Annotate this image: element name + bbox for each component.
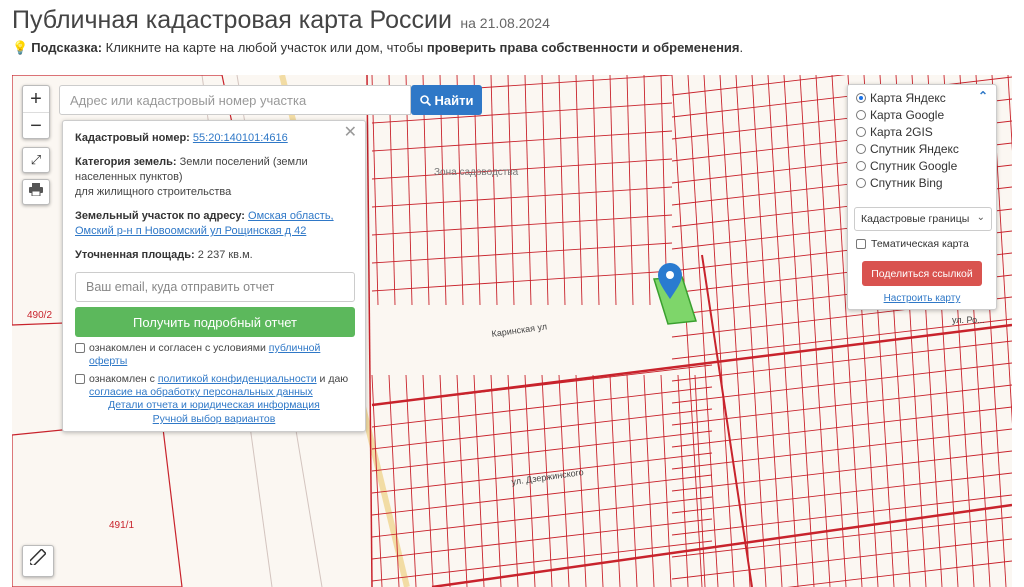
- layer-option-yandex-map[interactable]: Карта Яндекс: [856, 91, 946, 105]
- chevron-down-icon: ⌄: [976, 212, 985, 223]
- layer-option-yandex-satellite[interactable]: Спутник Яндекс: [856, 142, 959, 156]
- offer-agreement: ознакомлен и согласен с условиями публич…: [75, 342, 353, 368]
- layer-option-google-satellite[interactable]: Спутник Google: [856, 159, 957, 173]
- configure-map-link[interactable]: Настроить карту: [848, 293, 996, 304]
- radio-selected[interactable]: [856, 93, 866, 103]
- radio[interactable]: [856, 127, 866, 137]
- print-button[interactable]: [22, 179, 50, 205]
- layer-label: Карта 2GIS: [870, 125, 933, 139]
- cadastral-number-row: Кадастровый номер: 55:20:140101:4616: [75, 131, 353, 146]
- page-date: на 21.08.2024: [460, 15, 550, 31]
- radio[interactable]: [856, 110, 866, 120]
- offer-checkbox[interactable]: [75, 343, 85, 353]
- hint-text: Кликните на карте на любой участок или д…: [105, 40, 424, 55]
- address-label: Земельный участок по адресу:: [75, 210, 245, 222]
- email-field[interactable]: [75, 272, 355, 302]
- map-label-490-2: 490/2: [27, 310, 52, 321]
- map-label-zone: Зона садоводства: [434, 167, 519, 178]
- layer-label: Карта Яндекс: [870, 91, 946, 105]
- layer-option-2gis-map[interactable]: Карта 2GIS: [856, 125, 933, 139]
- privacy-and: и даю: [319, 373, 349, 385]
- thematic-label: Тематическая карта: [871, 238, 969, 250]
- area-row: Уточненная площадь: 2 237 кв.м.: [75, 248, 353, 263]
- layer-label: Карта Google: [870, 108, 945, 122]
- area-label: Уточненная площадь:: [75, 249, 195, 261]
- hint-label: Подсказка:: [31, 40, 103, 55]
- thematic-map-toggle[interactable]: Тематическая карта: [856, 238, 969, 250]
- layer-option-bing-satellite[interactable]: Спутник Bing: [856, 176, 943, 190]
- address-row: Земельный участок по адресу: Омская обла…: [75, 209, 353, 239]
- zoom-control: + −: [22, 85, 50, 139]
- privacy-checkbox[interactable]: [75, 374, 85, 384]
- radio[interactable]: [856, 144, 866, 154]
- radio[interactable]: [856, 178, 866, 188]
- page-title: Публичная кадастровая карта России: [12, 6, 452, 34]
- search-button-label: Найти: [434, 92, 474, 108]
- privacy-text: ознакомлен с: [89, 373, 155, 385]
- printer-icon: [29, 183, 43, 197]
- cadastral-number-link[interactable]: 55:20:140101:4616: [193, 132, 288, 144]
- ruler-icon: [27, 548, 47, 568]
- layer-label: Спутник Google: [870, 159, 958, 173]
- cadastral-number-label: Кадастровый номер:: [75, 132, 190, 144]
- chevron-up-icon[interactable]: ⌃: [978, 89, 988, 103]
- zoom-in-button[interactable]: +: [23, 86, 49, 112]
- expand-icon: ⤢: [30, 152, 42, 167]
- search-icon: [419, 94, 431, 106]
- land-category-row: Категория земель: Земли поселений (земли…: [75, 155, 353, 200]
- privacy-agreement: ознакомлен с политикой конфиденциальност…: [75, 373, 353, 399]
- layer-label: Спутник Яндекс: [870, 142, 959, 156]
- thematic-checkbox[interactable]: [856, 239, 866, 249]
- overlay-select-value: Кадастровые границы: [861, 213, 970, 225]
- page-header: Публичная кадастровая карта России на 21…: [12, 6, 550, 35]
- lightbulb-icon: 💡: [12, 40, 29, 55]
- parcel-info-panel: ✕ Кадастровый номер: 55:20:140101:4616 К…: [62, 120, 366, 432]
- radio[interactable]: [856, 161, 866, 171]
- fullscreen-button[interactable]: ⤢: [22, 147, 50, 173]
- layer-option-google-map[interactable]: Карта Google: [856, 108, 944, 122]
- report-details-link[interactable]: Детали отчета и юридическая информация: [63, 398, 365, 412]
- land-category-label: Категория земель:: [75, 156, 177, 168]
- zoom-out-button[interactable]: −: [23, 112, 49, 138]
- consent-link[interactable]: согласие на обработку персональных данны…: [89, 386, 313, 398]
- hint-bold-text: проверить права собственности и обремене…: [426, 40, 740, 55]
- map-label-491-1: 491/1: [109, 520, 134, 531]
- share-link-button[interactable]: Поделиться ссылкой: [862, 261, 982, 286]
- overlay-select[interactable]: Кадастровые границы ⌄: [854, 207, 992, 231]
- close-icon[interactable]: ✕: [344, 125, 357, 141]
- area-value: 2 237 кв.м.: [197, 249, 253, 261]
- map-label-street: ул. Ро...: [952, 315, 985, 325]
- hint-end: .: [739, 40, 744, 55]
- hint-line: 💡 Подсказка: Кликните на карте на любой у…: [12, 40, 743, 56]
- cadastral-map[interactable]: 490/2 491/1 Зона садоводства ул. Ро... К…: [12, 75, 1012, 587]
- ruler-button[interactable]: [22, 545, 54, 577]
- search-button[interactable]: Найти: [411, 85, 482, 115]
- get-report-button[interactable]: Получить подробный отчет: [75, 307, 355, 337]
- layer-label: Спутник Bing: [870, 176, 943, 190]
- manual-selection-link[interactable]: Ручной выбор вариантов: [63, 412, 365, 426]
- map-layers-panel: ⌃ Карта Яндекс Карта Google Карта 2GIS С…: [847, 84, 997, 310]
- panel-links: Детали отчета и юридическая информация Р…: [63, 398, 365, 426]
- search-input[interactable]: [59, 85, 411, 115]
- privacy-link[interactable]: политикой конфиденциальности: [158, 373, 317, 385]
- offer-text: ознакомлен и согласен с условиями: [89, 342, 266, 354]
- land-use-value: для жилищного строительства: [75, 186, 232, 198]
